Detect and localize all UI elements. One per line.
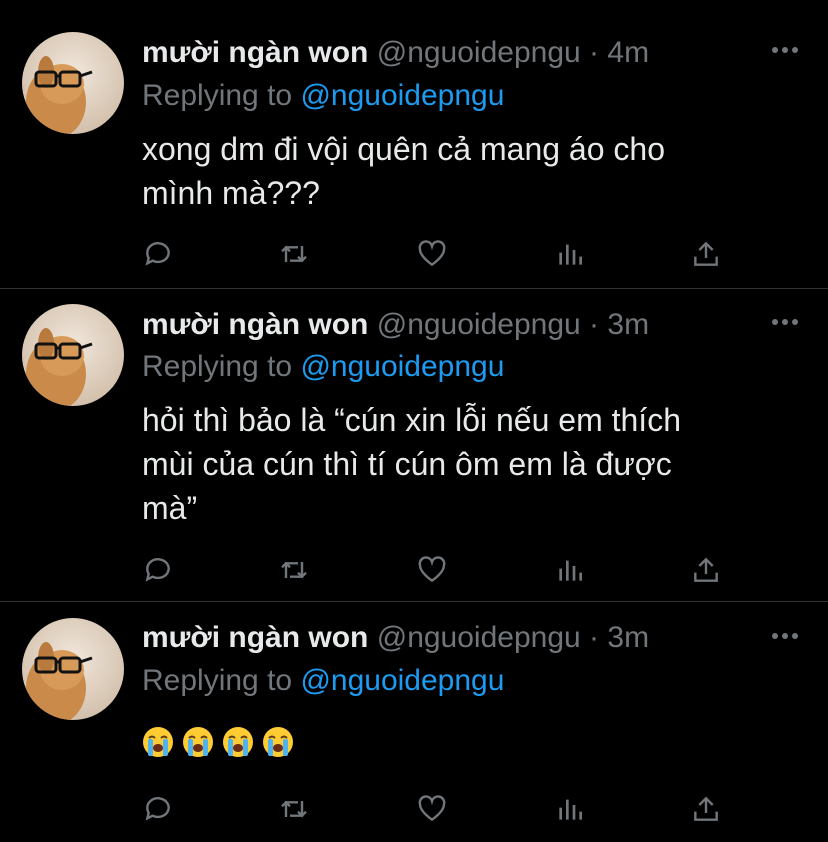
avatar[interactable] bbox=[22, 32, 124, 134]
avatar[interactable] bbox=[22, 304, 124, 406]
user-handle[interactable]: @nguoidepngu bbox=[377, 621, 581, 654]
loudly-crying-face-icon bbox=[263, 727, 293, 757]
separator: · bbox=[589, 308, 600, 341]
share-icon[interactable] bbox=[686, 789, 726, 829]
avatar[interactable] bbox=[22, 618, 124, 720]
share-icon[interactable] bbox=[686, 234, 726, 274]
retweet-icon[interactable] bbox=[274, 550, 314, 590]
like-icon[interactable] bbox=[412, 789, 452, 829]
analytics-icon[interactable] bbox=[550, 789, 590, 829]
separator: · bbox=[589, 621, 600, 654]
mention-link[interactable]: @nguoidepngu bbox=[300, 350, 504, 383]
action-bar bbox=[0, 789, 828, 829]
replying-label: Replying to bbox=[142, 664, 293, 697]
analytics-icon[interactable] bbox=[550, 234, 590, 274]
share-icon[interactable] bbox=[686, 550, 726, 590]
mention-link[interactable]: @nguoidepngu bbox=[300, 664, 504, 697]
tweet-text: xong dm đi vội quên cả mang áo cho mình … bbox=[142, 127, 782, 215]
loudly-crying-face-icon bbox=[143, 727, 173, 757]
more-options-icon[interactable] bbox=[772, 47, 798, 55]
loudly-crying-face-icon bbox=[223, 727, 253, 757]
like-icon[interactable] bbox=[412, 550, 452, 590]
timestamp[interactable]: 4m bbox=[607, 36, 649, 69]
tweet-emoji-row bbox=[142, 726, 294, 758]
reply-icon[interactable] bbox=[138, 550, 178, 590]
reply-icon[interactable] bbox=[138, 789, 178, 829]
tweet-text: hỏi thì bảo là “cún xin lỗi nếu em thích… bbox=[142, 398, 782, 530]
display-name[interactable]: mười ngàn won bbox=[142, 308, 368, 341]
action-bar bbox=[0, 234, 828, 274]
display-name[interactable]: mười ngàn won bbox=[142, 36, 368, 69]
tweet[interactable]: mười ngàn won @nguoidepngu · 4m Replying… bbox=[0, 0, 828, 288]
replying-label: Replying to bbox=[142, 79, 293, 112]
tweet-text-line: mình mà??? bbox=[142, 175, 320, 211]
reply-icon[interactable] bbox=[138, 234, 178, 274]
retweet-icon[interactable] bbox=[274, 789, 314, 829]
timestamp[interactable]: 3m bbox=[607, 308, 649, 341]
tweet-header: mười ngàn won @nguoidepngu · 3m bbox=[142, 307, 649, 343]
retweet-icon[interactable] bbox=[274, 234, 314, 274]
tweet-text-line: hỏi thì bảo là “cún xin lỗi nếu em thích bbox=[142, 402, 681, 438]
like-icon[interactable] bbox=[412, 234, 452, 274]
tweet[interactable]: mười ngàn won @nguoidepngu · 3m Replying… bbox=[0, 602, 828, 842]
tweet-text-line: mà” bbox=[142, 490, 198, 526]
action-bar bbox=[0, 550, 828, 590]
more-options-icon[interactable] bbox=[772, 319, 798, 327]
replying-to: Replying to @nguoidepngu bbox=[142, 349, 504, 385]
tweet-header: mười ngàn won @nguoidepngu · 4m bbox=[142, 35, 649, 71]
user-handle[interactable]: @nguoidepngu bbox=[377, 308, 581, 341]
loudly-crying-face-icon bbox=[183, 727, 213, 757]
user-handle[interactable]: @nguoidepngu bbox=[377, 36, 581, 69]
timestamp[interactable]: 3m bbox=[607, 621, 649, 654]
replying-label: Replying to bbox=[142, 350, 293, 383]
display-name[interactable]: mười ngàn won bbox=[142, 621, 368, 654]
tweet[interactable]: mười ngàn won @nguoidepngu · 3m Replying… bbox=[0, 289, 828, 600]
mention-link[interactable]: @nguoidepngu bbox=[300, 79, 504, 112]
separator: · bbox=[589, 36, 600, 69]
replying-to: Replying to @nguoidepngu bbox=[142, 663, 504, 699]
tweet-header: mười ngàn won @nguoidepngu · 3m bbox=[142, 620, 649, 656]
analytics-icon[interactable] bbox=[550, 550, 590, 590]
more-options-icon[interactable] bbox=[772, 633, 798, 641]
replying-to: Replying to @nguoidepngu bbox=[142, 78, 504, 114]
tweet-text-line: xong dm đi vội quên cả mang áo cho bbox=[142, 131, 665, 167]
tweet-text-line: mùi của cún thì tí cún ôm em là được bbox=[142, 446, 672, 482]
